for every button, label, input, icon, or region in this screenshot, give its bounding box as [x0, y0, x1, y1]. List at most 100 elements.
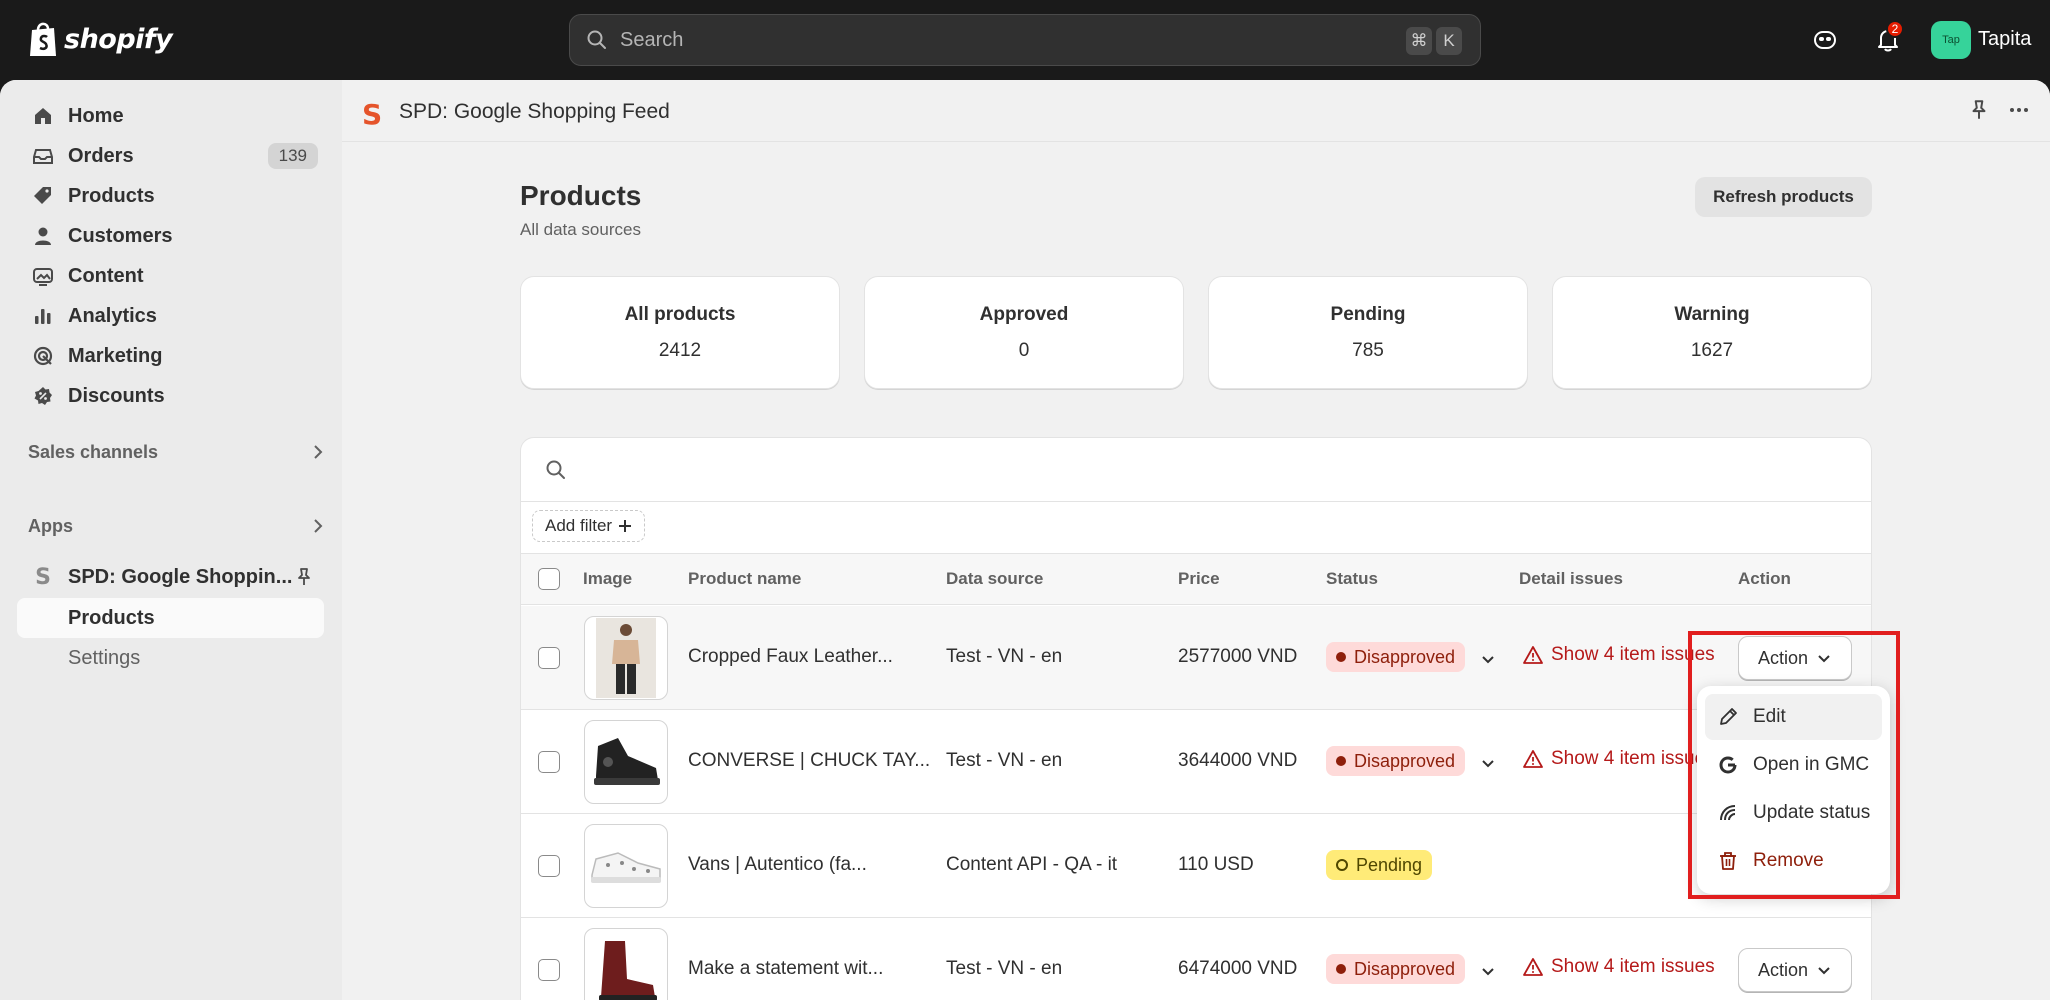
status-label: Pending: [1356, 854, 1423, 875]
add-filter-button[interactable]: Add filter: [532, 510, 646, 542]
status-label: Disapproved: [1354, 646, 1456, 667]
sales-channels-section[interactable]: Sales channels: [28, 437, 328, 467]
sidebar-app-products[interactable]: Products: [17, 598, 324, 638]
stat-card-approved[interactable]: Approved 0: [864, 276, 1184, 389]
chevron-right-icon: [314, 445, 323, 459]
sidebar-item-analytics[interactable]: Analytics: [17, 297, 324, 335]
shopify-bag-icon: [30, 22, 56, 56]
status-dot: [1336, 652, 1346, 662]
chevron-down-icon: [1818, 967, 1830, 975]
price: 110 USD: [1178, 854, 1254, 875]
app-header: S SPD: Google Shopping Feed: [342, 80, 2050, 142]
warning-icon: [1523, 750, 1543, 768]
data-source: Content API - QA - it: [946, 854, 1118, 875]
row-checkbox[interactable]: [538, 855, 560, 877]
table-row[interactable]: Make a statement wit... Test - VN - en 6…: [521, 918, 1871, 1000]
orders-count-badge: 139: [267, 143, 318, 169]
column-header-product-name[interactable]: Product name: [688, 569, 801, 589]
product-thumb-vans: [591, 852, 661, 883]
chevron-down-icon[interactable]: [1479, 962, 1497, 980]
data-source: Test - VN - en: [946, 646, 1063, 667]
sidebar-item-content[interactable]: Content: [17, 257, 324, 295]
product-name[interactable]: Make a statement wit...: [688, 958, 883, 980]
product-name[interactable]: Cropped Faux Leather...: [688, 646, 893, 668]
stat-card-warning[interactable]: Warning 1627: [1552, 276, 1872, 389]
product-image: [584, 824, 668, 908]
sidebar-item-customers[interactable]: Customers: [17, 217, 324, 255]
more-horizontal-icon[interactable]: [2008, 99, 2030, 121]
global-search[interactable]: Search ⌘ K: [569, 14, 1481, 66]
sidebar-item-label: Marketing: [68, 344, 163, 367]
notification-badge: 2: [1886, 20, 1904, 38]
show-issues-link[interactable]: Show 4 item issues: [1523, 644, 1715, 666]
inbox-icon: [33, 149, 53, 164]
column-header-action: Action: [1738, 569, 1791, 588]
search-placeholder: Search: [620, 28, 684, 51]
shortcut-cmd-key: ⌘: [1406, 27, 1432, 55]
row-checkbox[interactable]: [538, 751, 560, 773]
stat-label: Pending: [1330, 303, 1406, 325]
column-header-detail-issues: Detail issues: [1519, 569, 1623, 588]
data-source: Test - VN - en: [946, 958, 1063, 979]
product-name[interactable]: CONVERSE | CHUCK TAY...: [688, 750, 930, 772]
image-icon: [33, 268, 53, 286]
annotation-highlight-box: [1688, 631, 1900, 899]
store-avatar[interactable]: Tap: [1931, 21, 1971, 59]
sidebar-item-orders[interactable]: Orders 139: [17, 137, 324, 175]
status-dot: [1336, 756, 1346, 766]
stat-card-pending[interactable]: Pending 785: [1208, 276, 1528, 389]
sidebar-item-products[interactable]: Products: [17, 177, 324, 215]
column-header-status[interactable]: Status: [1326, 569, 1378, 589]
warning-icon: [1523, 646, 1543, 664]
chevron-down-icon[interactable]: [1479, 650, 1497, 668]
row-action-button[interactable]: Action: [1738, 948, 1852, 992]
plus-icon: [619, 520, 632, 532]
pin-icon[interactable]: [1968, 99, 1990, 121]
brand-name: shopify: [64, 23, 173, 55]
stat-label: Warning: [1674, 303, 1750, 325]
products-table-card: Add filter Image Product name Data sourc…: [520, 437, 1872, 1000]
product-image: [584, 928, 668, 1000]
select-all-checkbox[interactable]: [538, 568, 560, 590]
store-name[interactable]: Tapita: [1978, 28, 2031, 51]
data-source: Test - VN - en: [946, 750, 1063, 771]
table-row[interactable]: Cropped Faux Leather... Test - VN - en 2…: [521, 606, 1871, 710]
sidebar-item-discounts[interactable]: Discounts: [17, 377, 324, 415]
price: 3644000 VND: [1178, 750, 1298, 771]
row-checkbox[interactable]: [538, 959, 560, 981]
sidebar-item-marketing[interactable]: Marketing: [17, 337, 324, 375]
shopify-logo[interactable]: shopify: [28, 20, 173, 58]
product-thumb-jacket: [596, 618, 656, 698]
table-header: Image Product name Data source Price Sta…: [521, 553, 1871, 605]
status-dot: [1336, 964, 1346, 974]
sidekick-button[interactable]: [1809, 24, 1841, 56]
column-header-price[interactable]: Price: [1178, 569, 1220, 589]
issues-label: Show 4 item issues: [1551, 956, 1715, 977]
tag-icon: [34, 187, 51, 204]
table-row[interactable]: CONVERSE | CHUCK TAY... Test - VN - en 3…: [521, 710, 1871, 814]
status-dot: [1336, 859, 1348, 871]
sidebar-app-settings[interactable]: Settings: [17, 638, 324, 678]
show-issues-link[interactable]: Show 4 item issues: [1523, 748, 1715, 770]
apps-section[interactable]: Apps: [28, 511, 328, 541]
column-header-data-source[interactable]: Data source: [946, 569, 1043, 589]
sidebar-app-spd[interactable]: S SPD: Google Shoppin...: [17, 558, 324, 596]
add-filter-label: Add filter: [545, 516, 613, 535]
product-name[interactable]: Vans | Autentico (fa...: [688, 854, 867, 876]
refresh-products-button[interactable]: Refresh products: [1695, 177, 1872, 217]
status-label: Disapproved: [1354, 750, 1456, 771]
pin-icon[interactable]: [294, 567, 314, 587]
row-checkbox[interactable]: [538, 647, 560, 669]
show-issues-link[interactable]: Show 4 item issues: [1523, 956, 1715, 978]
price: 6474000 VND: [1178, 958, 1298, 979]
search-icon: [546, 460, 565, 479]
chevron-down-icon[interactable]: [1479, 754, 1497, 772]
stat-card-all[interactable]: All products 2412: [520, 276, 840, 389]
person-icon: [35, 227, 51, 245]
sidebar-item-label: Customers: [68, 224, 173, 247]
app-title: SPD: Google Shopping Feed: [399, 100, 670, 123]
status-badge: Disapproved: [1326, 954, 1466, 984]
table-row[interactable]: Vans | Autentico (fa... Content API - QA…: [521, 814, 1871, 918]
sidebar-item-home[interactable]: Home: [17, 97, 324, 135]
table-search-input[interactable]: [545, 458, 1845, 482]
